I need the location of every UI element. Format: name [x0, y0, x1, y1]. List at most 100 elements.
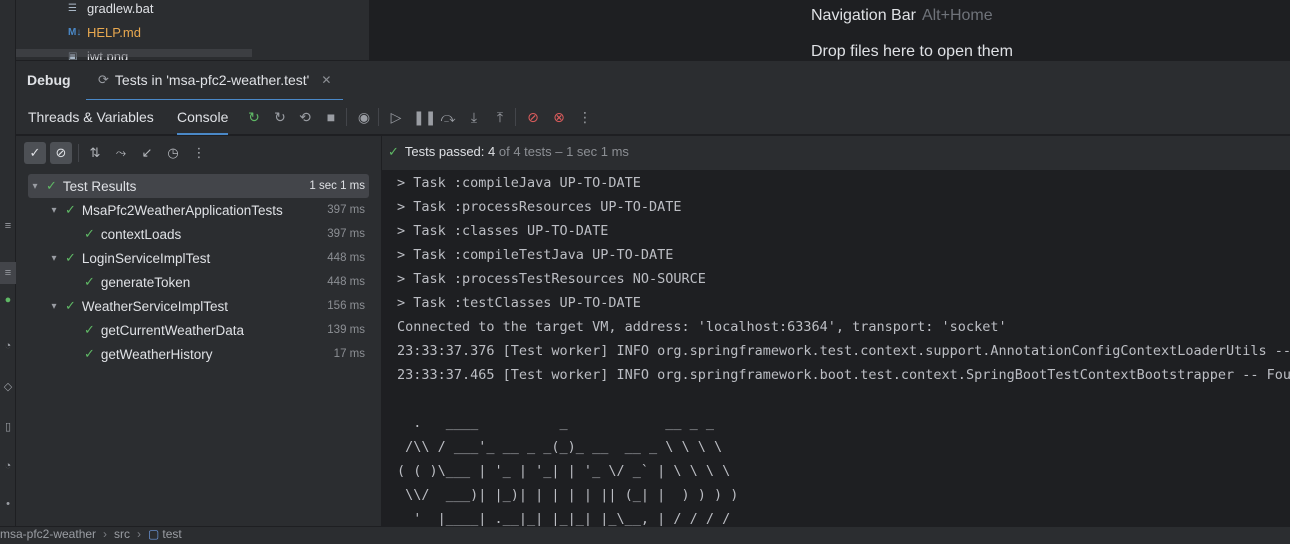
tab-console[interactable]: Console: [177, 100, 229, 135]
tree-row-context-loads[interactable]: ✓ contextLoads 397 ms: [28, 222, 369, 246]
tree-file-help[interactable]: M↓ HELP.md: [68, 25, 141, 40]
console-line: 23:33:37.465 [Test worker] INFO org.spri…: [397, 367, 1290, 383]
collapse-all-icon[interactable]: ↙: [136, 142, 158, 164]
duration-label: 397 ms: [327, 204, 365, 216]
more-options-icon[interactable]: ⋮: [576, 108, 594, 126]
resume-icon[interactable]: ▷: [387, 108, 405, 126]
sort-alphabetically-icon[interactable]: ⇅: [84, 142, 106, 164]
navigation-breadcrumb: msa-pfc2-weather › src › ▢ test: [0, 526, 1290, 544]
mute-breakpoints-icon[interactable]: ⊗: [550, 108, 568, 126]
tree-file-gradlew[interactable]: ☰ gradlew.bat: [68, 1, 154, 16]
debug-tool-window-header: Debug ⟳ Tests in 'msa-pfc2-weather.test'…: [16, 60, 1290, 101]
tree-row-weather-service-test[interactable]: ▾ ✓ WeatherServiceImplTest 156 ms: [28, 294, 369, 318]
breadcrumb-item[interactable]: src: [114, 527, 130, 541]
duration-label: 397 ms: [327, 228, 365, 240]
toolbar-divider: [78, 144, 79, 162]
pause-icon[interactable]: ❚❚: [413, 108, 436, 126]
spring-banner-line: ( ( )\___ | '_ | '_| | '_ \/ _` | \ \ \ …: [397, 463, 731, 479]
git-icon[interactable]: •: [0, 498, 16, 510]
tests-status-text: ✓ Tests passed: 4 of 4 tests – 1 sec 1 ms: [388, 144, 629, 159]
console-line: > Task :processTestResources NO-SOURCE: [397, 271, 706, 287]
markdown-file-icon: M↓: [68, 27, 82, 38]
services-icon[interactable]: ◇: [0, 380, 16, 393]
duration-label: 448 ms: [327, 276, 365, 288]
chevron-down-icon[interactable]: ▾: [47, 205, 61, 216]
tree-row-get-weather-history[interactable]: ✓ getWeatherHistory 17 ms: [28, 342, 369, 366]
spring-banner-line: /\\ / ___'_ __ _ _(_)_ __ __ _ \ \ \ \: [397, 439, 723, 455]
drop-files-hint: Drop files here to open them: [811, 43, 1013, 60]
console-line: > Task :compileJava UP-TO-DATE: [397, 175, 641, 191]
step-into-icon[interactable]: ⤓: [465, 108, 483, 126]
run-status-dot-icon: ●: [4, 294, 12, 306]
chevron-right-icon: ›: [103, 527, 108, 541]
tests-status-bar: ✓ Tests passed: 4 of 4 tests – 1 sec 1 ms: [382, 136, 1290, 170]
toolbar-divider: [346, 108, 347, 126]
problems-icon[interactable]: ◔: [0, 460, 16, 472]
breadcrumb-item[interactable]: test: [162, 527, 181, 541]
duration-label: 156 ms: [327, 300, 365, 312]
test-history-icon[interactable]: ◷: [162, 142, 184, 164]
debug-title: Debug: [27, 72, 71, 88]
tree-row-test-results[interactable]: ▾ ✓ Test Results 1 sec 1 ms: [28, 174, 369, 198]
step-out-icon[interactable]: ⤒: [491, 108, 509, 126]
restart-debug-icon[interactable]: ⟲: [296, 108, 314, 126]
navigation-bar-hint: Navigation Bar Alt+Home: [811, 7, 993, 24]
console-line: 23:33:37.376 [Test worker] INFO org.spri…: [397, 343, 1290, 359]
test-run-icon: ⟳: [98, 72, 109, 87]
console-line: > Task :compileTestJava UP-TO-DATE: [397, 247, 674, 263]
console-line: Connected to the target VM, address: 'lo…: [397, 319, 1007, 335]
duration-label: 448 ms: [327, 252, 365, 264]
passed-check-icon: ✓: [65, 202, 76, 217]
tab-tests-label: Tests in 'msa-pfc2-weather.test': [114, 72, 310, 88]
import-tests-icon[interactable]: ⤳: [110, 142, 132, 164]
step-over-icon[interactable]: ⤼: [439, 108, 457, 126]
left-tool-strip: ≡ ≡ ● ◔ ◇ ▯ ◔ •: [0, 0, 16, 544]
chevron-down-icon[interactable]: ▾: [47, 253, 61, 264]
stop-icon[interactable]: ■: [322, 108, 340, 126]
rerun-icon[interactable]: ↻: [245, 108, 263, 126]
shortcut-key: Alt+Home: [921, 7, 993, 24]
tab-tests[interactable]: ⟳ Tests in 'msa-pfc2-weather.test' ✕: [86, 61, 344, 101]
console-output[interactable]: > Task :compileJava UP-TO-DATE > Task :p…: [382, 170, 1290, 526]
tree-row-login-service-test[interactable]: ▾ ✓ LoginServiceImplTest 448 ms: [28, 246, 369, 270]
passed-check-icon: ✓: [46, 178, 57, 193]
toolbar-divider: [515, 108, 516, 126]
duration-label: 17 ms: [333, 348, 365, 360]
breadcrumb-item[interactable]: msa-pfc2-weather: [0, 527, 96, 541]
chevron-down-icon[interactable]: ▾: [47, 301, 61, 312]
console-line: > Task :classes UP-TO-DATE: [397, 223, 609, 239]
duration-label: 139 ms: [327, 324, 365, 336]
rerun-failed-icon[interactable]: ↻: [271, 108, 289, 126]
project-tree: ☰ gradlew.bat M↓ HELP.md ▣ jwt.png: [16, 0, 370, 60]
text-file-icon: ☰: [68, 3, 77, 14]
close-icon[interactable]: ✕: [321, 73, 331, 87]
debug-tool-icon[interactable]: ◔: [0, 340, 16, 352]
tree-row-get-current-weather[interactable]: ✓ getCurrentWeatherData 139 ms: [28, 318, 369, 342]
tool-window-icon[interactable]: ≡: [0, 262, 16, 284]
horizontal-scrollbar[interactable]: [16, 49, 252, 57]
passed-check-icon: ✓: [84, 322, 95, 337]
terminal-icon[interactable]: ▯: [0, 420, 16, 433]
tree-row-msa-app-tests[interactable]: ▾ ✓ MsaPfc2WeatherApplicationTests 397 m…: [28, 198, 369, 222]
toolbar-divider: [378, 108, 379, 126]
passed-check-icon: ✓: [65, 250, 76, 265]
passed-check-icon: ✓: [84, 226, 95, 241]
tree-row-generate-token[interactable]: ✓ generateToken 448 ms: [28, 270, 369, 294]
tab-threads-variables[interactable]: Threads & Variables: [28, 100, 154, 135]
folder-icon: ▢: [148, 527, 160, 541]
spring-banner-line: ' |____| .__|_| |_|_| |_\__, | / / / /: [397, 511, 731, 526]
more-options-icon[interactable]: ⋮: [188, 142, 210, 164]
structure-icon[interactable]: ≡: [0, 220, 16, 232]
show-ignored-icon[interactable]: ⊘: [50, 142, 72, 164]
passed-check-icon: ✓: [388, 144, 399, 159]
view-breakpoints-icon[interactable]: ◉: [355, 108, 373, 126]
console-line: > Task :testClasses UP-TO-DATE: [397, 295, 641, 311]
chevron-right-icon: ›: [137, 527, 142, 541]
test-results-pane: ✓ ⊘ ⇅ ⤳ ↙ ◷ ⋮ ▾ ✓ Test Results 1 sec 1 m…: [16, 136, 382, 526]
view-breakpoints-red-icon[interactable]: ⊘: [524, 108, 542, 126]
chevron-down-icon[interactable]: ▾: [28, 181, 42, 192]
passed-check-icon: ✓: [65, 298, 76, 313]
passed-check-icon: ✓: [84, 346, 95, 361]
show-passed-icon[interactable]: ✓: [24, 142, 46, 164]
passed-check-icon: ✓: [84, 274, 95, 289]
